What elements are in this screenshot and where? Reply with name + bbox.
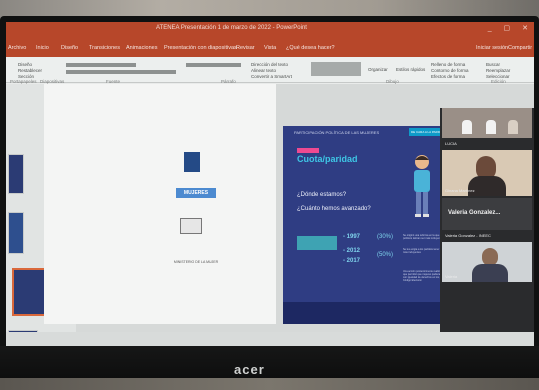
slide-header: PARTICIPACIÓN POLÍTICA DE LAS MUJERES (294, 130, 380, 135)
slide-caption: MINISTERIO DE LA MUJER (173, 260, 219, 264)
illustrated-person-icon (414, 155, 430, 217)
participant-tile-valeria-video[interactable]: Valeria (442, 242, 532, 282)
shape-fill-command[interactable]: Relleno de forma (431, 62, 465, 67)
participant-name: LUCIA (445, 141, 457, 146)
align-text-command[interactable]: Alinear texto (251, 68, 276, 73)
question-where: ¿Dónde estamos? (297, 192, 347, 198)
participant-tile-lucia[interactable]: LUCIA (442, 140, 532, 148)
ribbon: Diseño Restablecer Sección Dirección del… (6, 57, 534, 84)
quick-styles-command[interactable]: Estilos rápidos (396, 67, 425, 72)
participant-figure (508, 120, 518, 134)
participant-body (472, 264, 508, 282)
desk-surface (0, 378, 539, 390)
year-2012: - 2012 (343, 248, 361, 254)
participant-tile-label[interactable]: Valeria Gonzalez - INEEC (442, 232, 532, 240)
tab-animaciones[interactable]: Animaciones (126, 45, 158, 51)
close-button[interactable]: ✕ (522, 25, 528, 32)
tab-revisar[interactable]: Revisar (236, 45, 255, 51)
participant-name: Valeria Gonzalez - INEEC (445, 233, 491, 238)
participant-name: Ginana Martínez (445, 188, 475, 193)
slide-thumbnail[interactable] (8, 154, 24, 194)
sign-in-link[interactable]: Iniciar sesión (476, 45, 508, 51)
monitor-brand: acer (234, 362, 265, 377)
paragraph-controls[interactable] (186, 63, 241, 67)
title-slide[interactable]: MUJERES MINISTERIO DE LA MUJER (44, 84, 276, 324)
layout-command[interactable]: Diseño (18, 62, 32, 67)
highlight-bar (297, 236, 337, 250)
shape-effects-command[interactable]: Efectos de forma (431, 74, 465, 79)
participant-body (468, 176, 506, 196)
window-controls[interactable]: _ ▢ ✕ (488, 24, 528, 32)
participant-name: Valeria (445, 274, 458, 279)
tab-archivo[interactable]: Archivo (8, 45, 26, 51)
slide-thumbnail[interactable] (8, 212, 24, 254)
question-progress: ¿Cuánto hemos avanzado? (297, 206, 371, 212)
emblem-icon (184, 152, 200, 172)
minimize-button[interactable]: _ (488, 25, 492, 32)
tab-presentacion[interactable]: Presentación con diapositivas (164, 45, 237, 51)
participant-name-large: Valeria Gonzalez... (448, 210, 501, 216)
institution-logo-icon (180, 218, 202, 234)
font-format-icons[interactable] (66, 70, 176, 74)
shapes-gallery[interactable] (311, 62, 361, 76)
find-command[interactable]: Buscar (486, 62, 500, 67)
window-title: ATENEA Presentación 1 de marzo de 2022 -… (156, 25, 307, 31)
content-slide[interactable]: PARTICIPACIÓN POLÍTICA DE LAS MUJERES DE… (283, 126, 459, 324)
pink-badge (297, 148, 319, 153)
tell-me-search[interactable]: ¿Qué desea hacer? (286, 45, 335, 51)
year-1997: - 1997 (343, 234, 361, 240)
smartart-command[interactable]: Convertir a SmartArt (251, 74, 292, 79)
maximize-button[interactable]: ▢ (504, 25, 511, 32)
participant-figure (462, 120, 472, 134)
pct-1997: (30%) (377, 234, 394, 240)
participant-tile-ginana[interactable]: Ginana Martínez (442, 150, 532, 196)
pct-2017: (50%) (377, 252, 394, 258)
status-bar (6, 332, 534, 346)
screen: ATENEA Presentación 1 de marzo de 2022 -… (6, 22, 534, 346)
participant-tile-group[interactable] (442, 108, 532, 138)
slide-footer (283, 302, 459, 324)
share-button[interactable]: Compartir (508, 45, 532, 51)
tab-transiciones[interactable]: Transiciones (89, 45, 120, 51)
logo-text: MUJERES (176, 188, 216, 198)
font-controls[interactable] (66, 63, 136, 67)
shape-outline-command[interactable]: Contorno de forma (431, 68, 469, 73)
slide-title: Cuota/paridad (297, 154, 358, 164)
video-call-panel[interactable]: LUCIA Ginana Martínez Valeria Gonzalez..… (440, 108, 534, 346)
participant-tile-valeria[interactable]: Valeria Gonzalez... (442, 198, 532, 230)
tab-vista[interactable]: Vista (264, 45, 276, 51)
tab-inicio[interactable]: Inicio (36, 45, 49, 51)
replace-command[interactable]: Reemplazar (486, 68, 510, 73)
text-direction-command[interactable]: Dirección del texto (251, 62, 288, 67)
year-2017: - 2017 (343, 258, 361, 264)
reset-command[interactable]: Restablecer (18, 68, 42, 73)
participant-figure (486, 120, 496, 134)
tab-diseno[interactable]: Diseño (61, 45, 78, 51)
arrange-command[interactable]: Organizar (368, 67, 388, 72)
